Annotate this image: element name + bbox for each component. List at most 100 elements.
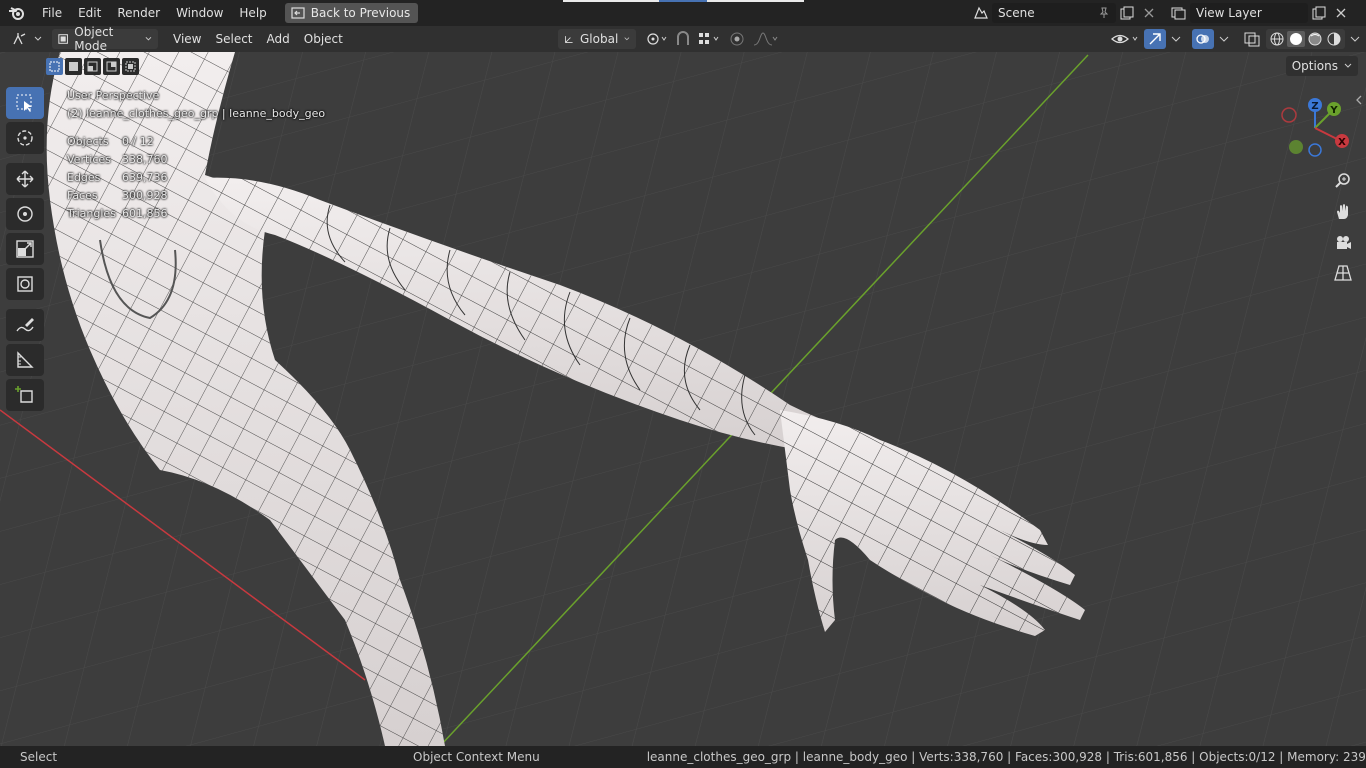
transform-orientation-dropdown[interactable]: Global [558, 29, 636, 49]
toggle-perspective-button[interactable] [1330, 260, 1356, 286]
proportional-edit-icon[interactable] [728, 31, 746, 47]
menu-view[interactable]: View [166, 32, 208, 46]
status-scene-info: leanne_clothes_geo_grp | leanne_body_geo… [646, 750, 1366, 764]
view-layer-selector[interactable]: View Layer [1168, 3, 1352, 23]
overlays-toggle-button[interactable] [1192, 29, 1214, 49]
neg-z-axis-icon[interactable] [1308, 143, 1322, 157]
transform-tool[interactable] [6, 268, 44, 300]
select-invert-icon[interactable] [103, 58, 120, 75]
new-scene-icon[interactable] [1116, 3, 1138, 23]
select-box-icon [16, 94, 32, 112]
editor-type-dropdown[interactable] [8, 29, 46, 49]
delete-scene-icon[interactable] [1138, 3, 1160, 23]
scene-selector[interactable]: Scene [970, 3, 1160, 23]
measure-ruler-icon [17, 351, 34, 368]
menu-object[interactable]: Object [297, 32, 350, 46]
snap-icon[interactable] [674, 31, 692, 47]
menu-select[interactable]: Select [208, 32, 259, 46]
select-new-icon[interactable] [46, 58, 63, 75]
wireframe-shading-icon[interactable] [1268, 31, 1286, 47]
viewport-header: Object Mode View Select Add Object Globa… [0, 25, 1366, 53]
select-intersect-icon[interactable] [122, 58, 139, 75]
pin-icon[interactable] [1098, 7, 1110, 19]
active-workspace-tab[interactable] [659, 0, 707, 2]
object-mode-icon [58, 34, 68, 44]
stats-value: 300,928 [122, 189, 168, 202]
stats-value: 639,736 [122, 171, 168, 184]
zoom-view-button[interactable] [1330, 168, 1356, 194]
camera-icon [1337, 236, 1351, 249]
overlays-icon [1196, 34, 1209, 44]
gizmo-z-label: Z [1311, 101, 1318, 112]
pan-view-button[interactable] [1330, 199, 1356, 225]
scene-icon[interactable] [970, 3, 992, 23]
neg-x-axis-icon[interactable] [1281, 107, 1297, 123]
cursor-icon [17, 130, 33, 146]
stats-label: Objects [67, 135, 109, 148]
menu-help[interactable]: Help [231, 0, 274, 26]
toolbar [6, 87, 50, 414]
view-layer-field[interactable]: View Layer [1190, 3, 1308, 23]
menu-edit[interactable]: Edit [70, 0, 109, 26]
camera-view-button[interactable] [1330, 230, 1356, 256]
shading-mode-group[interactable] [1266, 29, 1345, 49]
menu-window[interactable]: Window [168, 0, 231, 26]
chevron-down-icon[interactable] [1349, 34, 1361, 44]
stats-row: Edges 639,736 [67, 169, 325, 187]
status-bar: Select Object Context Menu leanne_clothe… [0, 746, 1366, 768]
chevron-down-icon[interactable] [1218, 34, 1230, 44]
view-layer-icon[interactable] [1168, 3, 1190, 23]
new-view-layer-icon[interactable] [1308, 3, 1330, 23]
falloff-icon[interactable] [752, 31, 778, 47]
stats-label: Edges [67, 171, 101, 184]
stats-row: Faces 300,928 [67, 187, 325, 205]
snap-increment-icon[interactable] [698, 31, 722, 47]
neg-y-axis-icon[interactable] [1289, 140, 1303, 154]
measure-tool[interactable] [6, 344, 44, 376]
scale-tool[interactable] [6, 233, 44, 265]
gizmo-x-label: X [1338, 137, 1346, 148]
stats-label: Vertices [67, 153, 111, 166]
add-cube-tool[interactable] [6, 379, 44, 411]
scene-field[interactable]: Scene [992, 3, 1116, 23]
select-extend-icon[interactable] [65, 58, 82, 75]
viewport-info-overlay: User Perspective (2) leanne_clothes_geo_… [67, 87, 325, 223]
gizmo-y-label: Y [1329, 105, 1338, 116]
stats-label: Faces [67, 189, 98, 202]
solid-shading-icon[interactable] [1287, 31, 1305, 47]
options-label: Options [1291, 59, 1338, 73]
xray-icon[interactable] [1242, 31, 1262, 47]
scale-icon [16, 240, 34, 258]
blender-logo-icon[interactable] [0, 0, 34, 26]
select-mode-buttons[interactable] [46, 58, 139, 75]
move-icon [16, 170, 34, 188]
back-to-previous-button[interactable]: Back to Previous [284, 3, 419, 23]
menu-file[interactable]: File [34, 0, 70, 26]
rotate-icon [17, 206, 33, 222]
move-tool[interactable] [6, 163, 44, 195]
menu-render[interactable]: Render [109, 0, 168, 26]
stats-label: Triangles [67, 207, 116, 220]
gizmo-toggle-button[interactable] [1144, 29, 1166, 49]
chevron-down-icon[interactable] [1170, 34, 1182, 44]
annotate-tool[interactable] [6, 309, 44, 341]
orientation-label: Global [580, 32, 619, 46]
cursor-tool[interactable] [6, 122, 44, 154]
workspace-tabs[interactable] [563, 0, 804, 2]
status-context-menu-hint: Object Context Menu [413, 750, 540, 764]
rotate-tool[interactable] [6, 198, 44, 230]
pivot-icon[interactable] [646, 31, 668, 47]
select-subtract-icon[interactable] [84, 58, 101, 75]
menu-add[interactable]: Add [260, 32, 297, 46]
3d-viewport[interactable]: User Perspective (2) leanne_clothes_geo_… [0, 52, 1366, 746]
navigation-gizmo[interactable]: Z Y X [1278, 94, 1358, 164]
mode-dropdown[interactable]: Object Mode [52, 25, 158, 53]
options-dropdown[interactable]: Options [1285, 56, 1358, 76]
hand-icon [1337, 204, 1348, 219]
delete-view-layer-icon[interactable] [1330, 3, 1352, 23]
visibility-eye-icon[interactable] [1110, 31, 1140, 47]
select-box-tool[interactable] [6, 87, 44, 119]
material-shading-icon[interactable] [1306, 31, 1324, 47]
mode-label: Object Mode [74, 25, 114, 53]
rendered-shading-icon[interactable] [1325, 31, 1343, 47]
